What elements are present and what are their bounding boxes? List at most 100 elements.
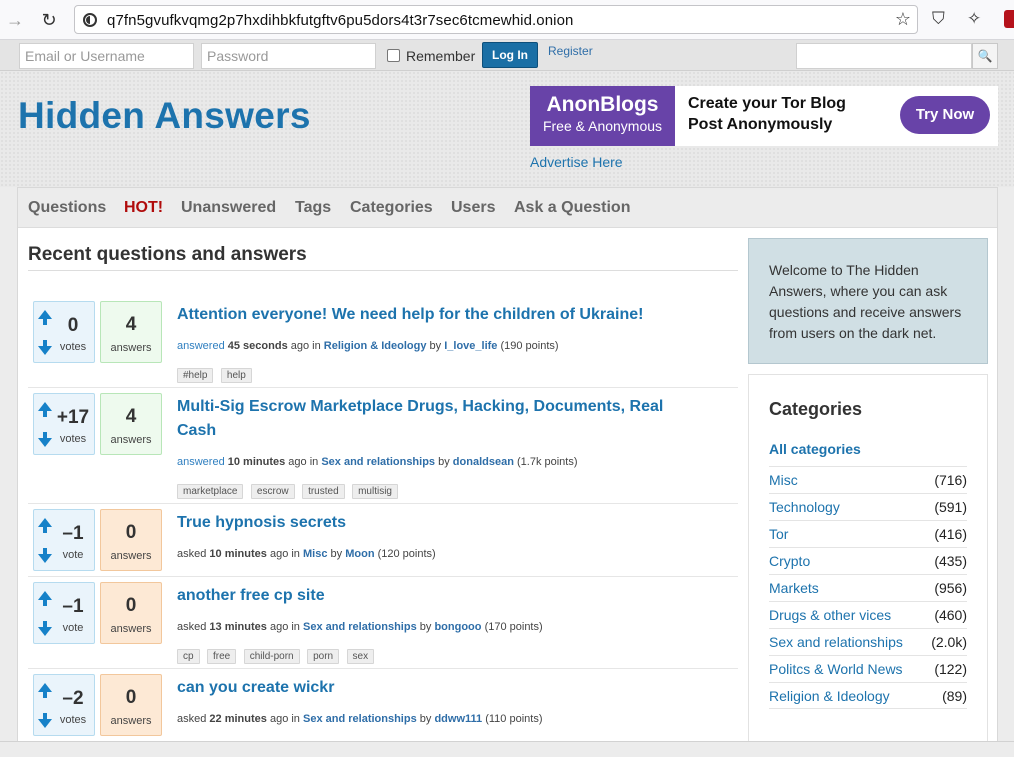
question-tags: #help help xyxy=(177,365,255,383)
reload-icon[interactable]: ↻ xyxy=(38,9,60,31)
advertise-link[interactable]: Advertise Here xyxy=(530,154,623,170)
window-bottom-edge xyxy=(0,741,1014,757)
vote-up-icon[interactable] xyxy=(38,518,52,533)
meta-category[interactable]: Misc xyxy=(303,548,327,560)
tag[interactable]: escrow xyxy=(250,484,295,499)
tag[interactable]: #help xyxy=(177,368,214,383)
category-row[interactable]: Politcs & World News (122) xyxy=(769,655,967,682)
tag[interactable]: sex xyxy=(346,649,375,664)
extension-icon[interactable] xyxy=(1004,10,1014,28)
category-row[interactable]: Crypto (435) xyxy=(769,547,967,574)
nav-questions[interactable]: Questions xyxy=(28,199,106,217)
vote-down-icon[interactable] xyxy=(38,548,52,563)
question-title[interactable]: can you create wickr xyxy=(177,676,677,700)
vote-down-icon[interactable] xyxy=(38,432,52,447)
category-row[interactable]: Technology (591) xyxy=(769,493,967,520)
site-title[interactable]: Hidden Answers xyxy=(18,95,311,137)
url-text[interactable]: q7fn5gvufkvqmg2p7hxdihbkfutgftv6pu5dors4… xyxy=(107,12,574,29)
vote-down-icon[interactable] xyxy=(38,713,52,728)
category-name[interactable]: Technology xyxy=(769,499,840,515)
search-input[interactable] xyxy=(796,43,972,69)
tag[interactable]: cp xyxy=(177,649,200,664)
tag[interactable]: marketplace xyxy=(177,484,244,499)
category-count: (416) xyxy=(934,526,967,542)
tag[interactable]: child-porn xyxy=(243,649,300,664)
welcome-box: Welcome to The Hidden Answers, where you… xyxy=(748,238,988,364)
shield-icon[interactable]: ⛉ xyxy=(932,9,945,29)
tag[interactable]: porn xyxy=(307,649,340,664)
vote-down-icon[interactable] xyxy=(38,340,52,355)
meta-category[interactable]: Religion & Ideology xyxy=(324,340,427,352)
tor-onion-icon[interactable] xyxy=(83,13,97,27)
category-row[interactable]: Religion & Ideology (89) xyxy=(769,682,967,709)
tag[interactable]: free xyxy=(207,649,237,664)
vote-box: –2 votes xyxy=(33,674,95,736)
category-name[interactable]: Crypto xyxy=(769,553,810,569)
tag[interactable]: multisig xyxy=(352,484,398,499)
nav-categories[interactable]: Categories xyxy=(350,199,433,217)
question-meta: asked 13 minutes ago in Sex and relation… xyxy=(177,621,543,633)
category-name[interactable]: Religion & Ideology xyxy=(769,688,890,704)
nav-unanswered[interactable]: Unanswered xyxy=(181,199,276,217)
bookmark-star-icon[interactable]: ☆ xyxy=(895,9,911,30)
ad-banner[interactable]: AnonBlogs Free & Anonymous Create your T… xyxy=(530,86,998,146)
tag[interactable]: help xyxy=(220,368,252,383)
tag[interactable]: trusted xyxy=(302,484,345,499)
meta-user[interactable]: Moon xyxy=(345,548,374,560)
category-name[interactable]: Markets xyxy=(769,580,819,596)
register-link[interactable]: Register xyxy=(548,44,593,58)
category-name[interactable]: Drugs & other vices xyxy=(769,607,891,623)
meta-action[interactable]: answered xyxy=(177,340,225,352)
password-field[interactable]: Password xyxy=(201,43,376,69)
nav-tags[interactable]: Tags xyxy=(295,199,331,217)
meta-category[interactable]: Sex and relationships xyxy=(303,713,417,725)
vote-label: votes xyxy=(59,341,87,353)
question-title[interactable]: True hypnosis secrets xyxy=(177,511,677,535)
vote-label: vote xyxy=(62,622,84,634)
category-row[interactable]: Misc (716) xyxy=(769,466,967,493)
meta-user[interactable]: donaldsean xyxy=(453,456,514,468)
category-name[interactable]: Misc xyxy=(769,472,798,488)
address-bar[interactable]: q7fn5gvufkvqmg2p7hxdihbkfutgftv6pu5dors4… xyxy=(74,5,918,34)
category-name[interactable]: Sex and relationships xyxy=(769,634,903,650)
answer-count-box: 0 answers xyxy=(100,509,162,571)
vote-up-icon[interactable] xyxy=(38,591,52,606)
search-button[interactable]: 🔍 xyxy=(972,43,998,69)
answer-count: 0 xyxy=(125,687,137,708)
category-row[interactable]: Markets (956) xyxy=(769,574,967,601)
meta-user[interactable]: I_love_life xyxy=(444,340,497,352)
meta-category[interactable]: Sex and relationships xyxy=(303,621,417,633)
email-field[interactable]: Email or Username xyxy=(19,43,194,69)
login-button[interactable]: Log In xyxy=(482,42,538,68)
vote-box: 0 votes xyxy=(33,301,95,363)
vote-label: vote xyxy=(62,549,84,561)
category-name[interactable]: Politcs & World News xyxy=(769,661,903,677)
nav-hot[interactable]: HOT! xyxy=(124,199,163,217)
category-count: (716) xyxy=(934,472,967,488)
nav-ask-question[interactable]: Ask a Question xyxy=(514,199,630,217)
remember-checkbox[interactable] xyxy=(387,49,400,62)
meta-category[interactable]: Sex and relationships xyxy=(321,456,435,468)
vote-up-icon[interactable] xyxy=(38,402,52,417)
vote-up-icon[interactable] xyxy=(38,310,52,325)
question-title[interactable]: Attention everyone! We need help for the… xyxy=(177,303,677,327)
category-name[interactable]: Tor xyxy=(769,526,788,542)
meta-action[interactable]: answered xyxy=(177,456,225,468)
meta-by: by xyxy=(438,456,450,468)
all-categories-link[interactable]: All categories xyxy=(769,441,967,466)
vote-down-icon[interactable] xyxy=(38,621,52,636)
meta-user[interactable]: ddww111 xyxy=(434,713,482,725)
nav-users[interactable]: Users xyxy=(451,199,495,217)
forward-arrow-icon[interactable]: → xyxy=(4,9,26,31)
category-row[interactable]: Drugs & other vices (460) xyxy=(769,601,967,628)
magic-wand-icon[interactable]: ✧ xyxy=(967,9,981,29)
browser-toolbar: → ↻ q7fn5gvufkvqmg2p7hxdihbkfutgftv6pu5d… xyxy=(0,0,1014,40)
meta-user[interactable]: bongooo xyxy=(434,621,481,633)
question-item: –1 vote 0 answers another free cp site a… xyxy=(28,582,738,669)
question-title[interactable]: Multi-Sig Escrow Marketplace Drugs, Hack… xyxy=(177,395,677,443)
ad-try-now-button[interactable]: Try Now xyxy=(900,96,990,134)
category-row[interactable]: Tor (416) xyxy=(769,520,967,547)
vote-up-icon[interactable] xyxy=(38,683,52,698)
category-row[interactable]: Sex and relationships (2.0k) xyxy=(769,628,967,655)
question-title[interactable]: another free cp site xyxy=(177,584,677,608)
